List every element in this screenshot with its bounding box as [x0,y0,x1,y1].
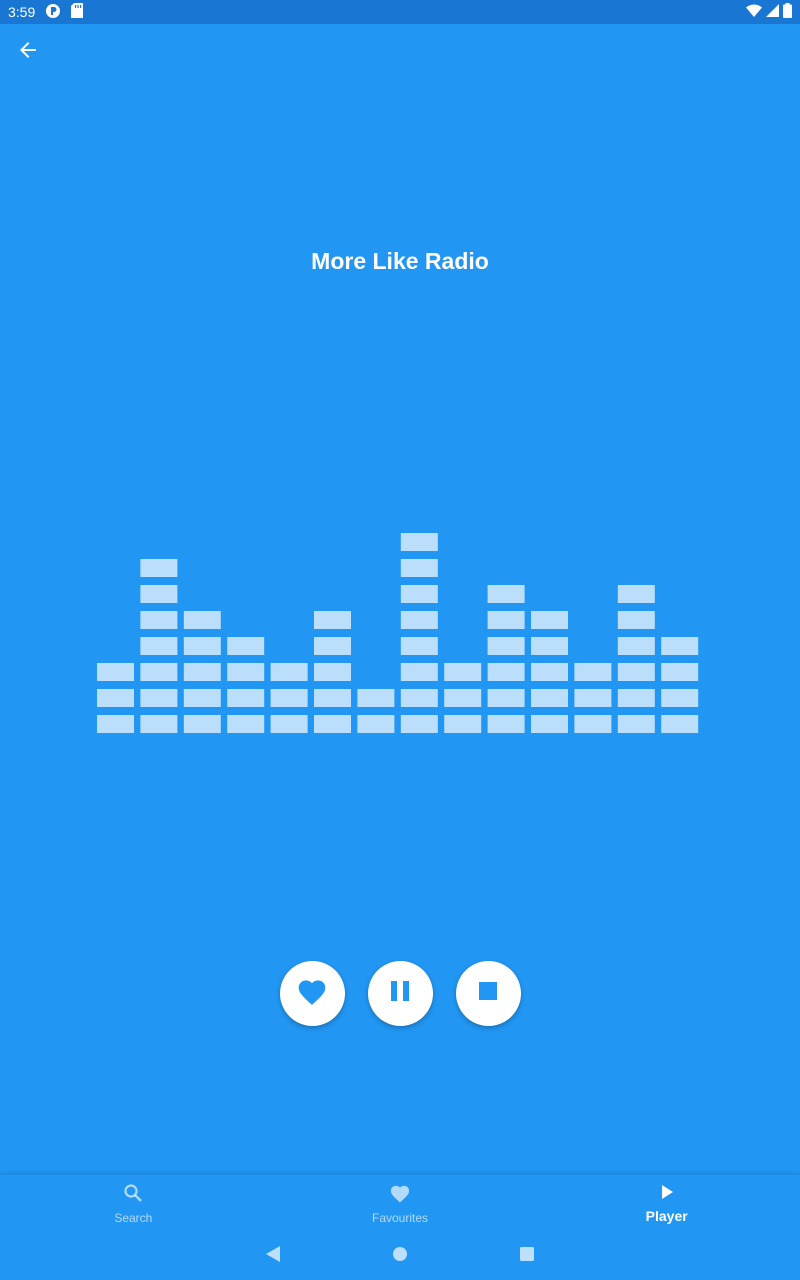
visualizer-segment [97,715,134,733]
visualizer-segment [531,715,568,733]
back-triangle-icon [265,1245,281,1268]
nav-item-favourites[interactable]: Favourites [267,1175,534,1232]
nav-label-favourites: Favourites [371,1210,429,1225]
visualizer-segment [400,585,438,603]
visualizer-segment [400,689,438,707]
visualizer-segment [444,663,482,681]
wifi-icon [746,4,762,20]
visualizer-segment [487,689,525,707]
visualizer-segment [444,715,482,733]
stop-button[interactable] [455,961,521,1026]
visualizer-segment [531,611,568,629]
system-recents-button[interactable] [516,1245,538,1267]
nav-item-search[interactable]: Search [0,1175,267,1232]
visualizer-segment [270,689,308,707]
visualizer-segment [574,663,612,681]
system-back-button[interactable] [262,1245,284,1267]
visualizer-segment [661,689,699,707]
stop-icon [478,981,498,1006]
visualizer-segment [444,689,482,707]
recents-square-icon [519,1246,535,1267]
cell-signal-icon [766,4,779,20]
visualizer-segment [183,611,221,629]
visualizer-segment [357,715,395,733]
visualizer-segment [487,611,525,629]
visualizer-segment [531,663,568,681]
app-notification-icon [45,3,61,22]
visualizer-segment [314,715,351,733]
visualizer-segment [531,689,568,707]
visualizer-segment [140,585,178,603]
pause-button[interactable] [367,961,433,1026]
play-icon [659,1184,675,1205]
visualizer-segment [400,715,438,733]
visualizer-segment [227,689,265,707]
visualizer-segment [140,637,178,655]
nav-item-player[interactable]: Player [533,1175,800,1232]
visualizer-segment [400,559,438,577]
visualizer-segment [97,689,134,707]
visualizer-segment [183,715,221,733]
visualizer-segment [661,663,699,681]
visualizer-segment [314,663,351,681]
visualizer-segment [400,637,438,655]
visualizer-segment [400,611,438,629]
visualizer-segment [487,637,525,655]
visualizer-segment [661,637,699,655]
visualizer-segment [487,715,525,733]
visualizer-segment [617,585,655,603]
visualizer-segment [97,663,134,681]
visualizer-segment [183,663,221,681]
sd-card-icon [71,3,84,21]
favourite-button[interactable] [279,961,345,1026]
player-controls [0,961,800,1026]
visualizer-segment [140,611,178,629]
visualizer-segment [531,637,568,655]
visualizer-segment [314,611,351,629]
visualizer-segment [661,715,699,733]
visualizer-segment [314,637,351,655]
visualizer-segment [617,637,655,655]
visualizer-segment [487,663,525,681]
visualizer-segment [227,715,265,733]
pause-icon [389,980,411,1007]
heart-icon [389,1183,411,1208]
visualizer-segment [140,559,178,577]
visualizer-segment [617,663,655,681]
heart-icon [296,976,328,1011]
visualizer-segment [487,585,525,603]
status-bar: 3:59 [0,0,800,24]
visualizer-segment [140,715,178,733]
bottom-navigation: Search Favourites Player [0,1174,800,1232]
visualizer-segment [227,663,265,681]
visualizer-segment [227,637,265,655]
visualizer-segment [574,715,612,733]
visualizer-segment [183,637,221,655]
visualizer-segment [400,533,438,551]
visualizer-segment [314,689,351,707]
system-home-button[interactable] [389,1245,411,1267]
visualizer-segment [140,663,178,681]
status-time: 3:59 [8,4,36,20]
nav-label-search: Search [114,1210,153,1225]
player-screen: More Like Radio [0,24,800,1174]
visualizer-segment [270,663,308,681]
home-circle-icon [392,1246,408,1267]
system-navigation-bar [0,1232,800,1280]
visualizer-segment [574,689,612,707]
battery-icon [783,3,792,21]
visualizer-segment [617,715,655,733]
nav-label-player: Player [645,1207,688,1224]
visualizer-segment [617,611,655,629]
visualizer-segment [270,715,308,733]
visualizer-segment [183,689,221,707]
visualizer-segment [357,689,395,707]
visualizer-segment [140,689,178,707]
visualizer-segment [617,689,655,707]
visualizer-segment [400,663,438,681]
search-icon [123,1183,143,1208]
